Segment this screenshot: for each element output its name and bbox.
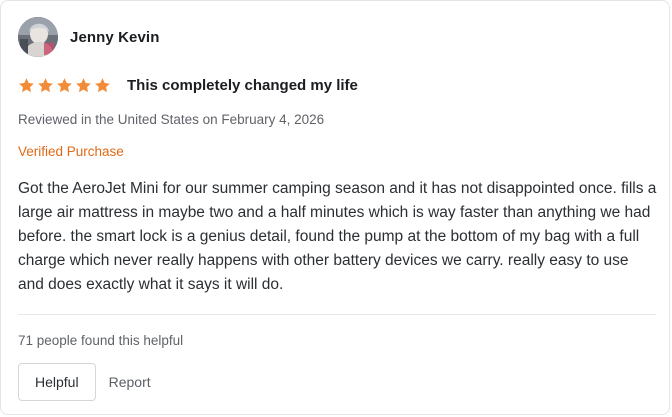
divider [18,314,656,315]
star-icon [76,77,91,92]
helpful-count: 71 people found this helpful [18,333,184,348]
author-name: Jenny Kevin [70,28,160,46]
helpful-button[interactable]: Helpful [18,363,96,401]
star-icon [57,77,72,92]
verified-purchase-badge: Verified Purchase [18,144,124,159]
user-photo-icon [18,17,58,57]
review-card: Jenny Kevin This completely changed my l… [0,0,670,415]
star-rating [18,77,113,94]
review-date: Reviewed in the United States on Februar… [18,112,325,127]
review-title: This completely changed my life [127,76,358,94]
star-icon [95,77,110,92]
review-body: Got the AeroJet Mini for our summer camp… [18,180,657,293]
review-actions: Helpful Report [18,363,151,401]
review-author: Jenny Kevin [18,17,159,57]
star-icon [19,77,34,92]
avatar [18,17,58,57]
report-link[interactable]: Report [109,374,151,390]
rating-row: This completely changed my life [18,75,358,95]
star-icon [38,77,53,92]
